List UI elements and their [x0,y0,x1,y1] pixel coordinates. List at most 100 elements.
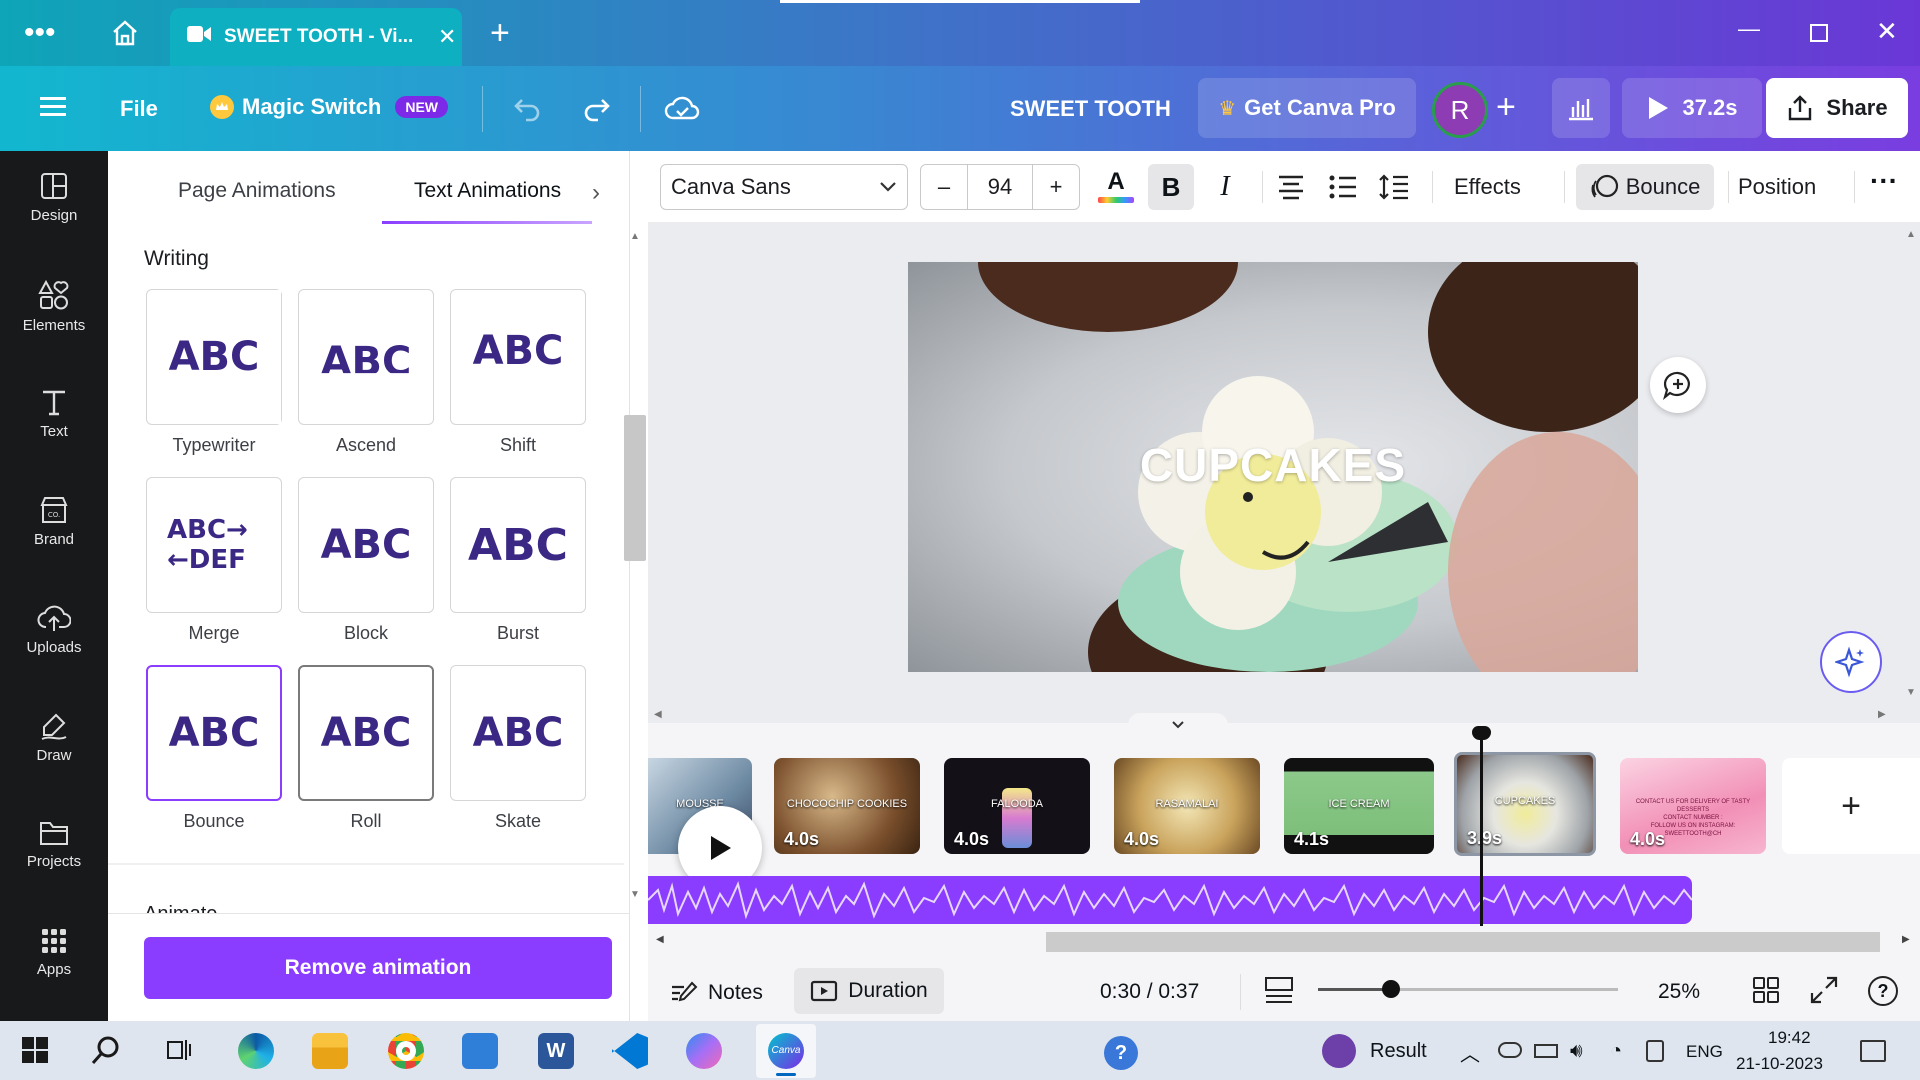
rail-item-design[interactable]: Design [0,171,108,271]
fullscreen-icon[interactable] [1810,976,1838,1009]
playhead[interactable] [1480,730,1483,926]
edge-icon[interactable] [238,1033,274,1069]
list-icon[interactable] [1328,173,1358,206]
insights-button[interactable] [1552,78,1610,138]
animation-bounce[interactable]: ABC [146,665,282,801]
tab-close-icon[interactable]: ✕ [438,24,456,50]
magic-assistant-button[interactable] [1820,631,1882,693]
timeline-clip[interactable]: ICE CREAM 4.1s [1284,758,1434,854]
restore-icon[interactable] [1810,24,1828,42]
animate-button[interactable]: Bounce [1576,164,1714,210]
timeline-clip[interactable]: CONTACT US FOR DELIVERY OF TASTY DESSERT… [1620,758,1766,854]
timeline-clip-selected[interactable]: CUPCAKES 3.9s [1454,752,1596,856]
font-size-input[interactable]: 94 [967,165,1033,209]
font-family-dropdown[interactable]: Canva Sans [660,164,908,210]
file-menu[interactable]: File [120,96,158,122]
copilot-icon[interactable] [686,1033,722,1069]
animation-ascend[interactable]: ABC [298,289,434,425]
animation-burst[interactable]: ABC [450,477,586,613]
hamburger-icon[interactable] [40,96,66,123]
share-button[interactable]: Share [1766,78,1908,138]
redo-icon[interactable] [582,94,612,127]
minimize-icon[interactable]: — [1738,16,1760,42]
add-comment-button[interactable] [1650,357,1706,413]
help-tips-icon[interactable]: ? [1104,1036,1138,1070]
widgets-result[interactable]: Result [1322,1032,1427,1070]
wifi-icon[interactable]: ◔ [1610,1040,1622,1063]
animation-typewriter[interactable]: ABC [146,289,282,425]
help-icon[interactable]: ? [1868,976,1898,1006]
clock-time[interactable]: 19:42 [1768,1028,1811,1048]
add-page-button[interactable]: + [1782,758,1920,854]
bold-button[interactable]: B [1148,164,1194,210]
font-size-decrease-button[interactable]: – [921,174,967,200]
grid-view-icon[interactable] [1752,976,1780,1009]
home-icon[interactable] [110,18,140,53]
device-icon[interactable] [1646,1040,1664,1062]
audio-track[interactable] [648,876,1692,924]
tab-text-animations[interactable]: Text Animations [414,179,561,203]
language-indicator[interactable]: ENG [1686,1042,1723,1062]
get-canva-pro-button[interactable]: ♛ Get Canva Pro [1198,78,1416,138]
font-size-increase-button[interactable]: + [1033,174,1079,200]
close-icon[interactable]: ✕ [1876,16,1898,47]
position-button[interactable]: Position [1738,174,1816,200]
magic-switch-button[interactable]: Magic Switch NEW [210,94,449,120]
panel-scrollbar-down[interactable]: ▼ [630,889,640,900]
rail-item-brand[interactable]: CO. Brand [0,495,108,595]
undo-icon[interactable] [512,94,542,127]
mail-icon[interactable] [462,1033,498,1069]
timeline-scroll-left[interactable]: ◀ [656,934,664,945]
animation-roll[interactable]: ABC [298,665,434,801]
search-icon[interactable] [90,1034,122,1071]
remove-animation-button[interactable]: Remove animation [144,937,612,999]
canvas-hscroll-left[interactable]: ◀ [654,709,662,720]
chrome-icon[interactable] [388,1033,424,1069]
duration-button[interactable]: Duration [794,968,944,1014]
animation-skate[interactable]: ABC [450,665,586,801]
clock-date[interactable]: 21-10-2023 [1736,1054,1823,1074]
timeline-clip[interactable]: FALOODA 4.0s [944,758,1090,854]
animation-shift[interactable]: ABC [450,289,586,425]
collapse-timeline-button[interactable] [1128,713,1228,737]
tab-page-animations[interactable]: Page Animations [178,179,336,203]
workspace-scroll-down[interactable]: ▼ [1906,687,1916,698]
video-page-canvas[interactable]: CUPCAKES [908,262,1638,672]
notifications-icon[interactable] [1860,1040,1886,1062]
chevron-up-icon[interactable]: ︿ [1460,1038,1480,1067]
align-center-icon[interactable] [1276,173,1306,206]
notes-button[interactable]: Notes [670,972,763,1014]
spacing-icon[interactable] [1378,173,1410,206]
cloud-sync-icon[interactable] [1498,1042,1522,1058]
document-title[interactable]: SWEET TOOTH [1010,96,1171,122]
more-options-icon[interactable]: ··· [1870,165,1898,197]
rail-item-text[interactable]: Text [0,387,108,487]
file-explorer-icon[interactable] [312,1033,348,1069]
timeline-scrollbar-thumb[interactable] [1046,932,1880,952]
avatar[interactable]: R [1432,82,1488,138]
rail-item-projects[interactable]: Projects [0,819,108,919]
add-collaborator-icon[interactable]: + [1496,88,1516,127]
rail-item-uploads[interactable]: Uploads [0,603,108,703]
canvas-hscroll-right[interactable]: ▶ [1878,709,1886,720]
task-view-icon[interactable] [164,1036,192,1069]
animation-merge[interactable]: ABC→ ←DEF [146,477,282,613]
volume-icon[interactable]: 🔊︎ [1570,1040,1583,1063]
rail-item-apps[interactable]: Apps [0,927,108,1027]
zoom-slider-thumb[interactable] [1382,980,1400,998]
workspace-scroll-up[interactable]: ▲ [1906,229,1916,240]
layout-view-icon[interactable] [1264,976,1294,1009]
cloud-saved-icon[interactable] [664,94,700,127]
text-color-button[interactable]: A [1098,167,1134,207]
plus-icon[interactable]: + [490,14,510,53]
canvas-overlay-text[interactable]: CUPCAKES [908,438,1638,492]
canva-taskbar-active[interactable]: Canva [756,1024,816,1078]
present-button[interactable]: 37.2s [1622,78,1762,138]
timeline-clip[interactable]: CHOCOCHIP COOKIES 4.0s [774,758,920,854]
playhead-handle[interactable] [1472,726,1491,740]
animation-block[interactable]: ABC [298,477,434,613]
effects-button[interactable]: Effects [1454,174,1521,200]
windows-start-icon[interactable] [22,1037,48,1068]
battery-icon[interactable] [1534,1044,1558,1058]
zoom-level[interactable]: 25% [1658,980,1700,1004]
